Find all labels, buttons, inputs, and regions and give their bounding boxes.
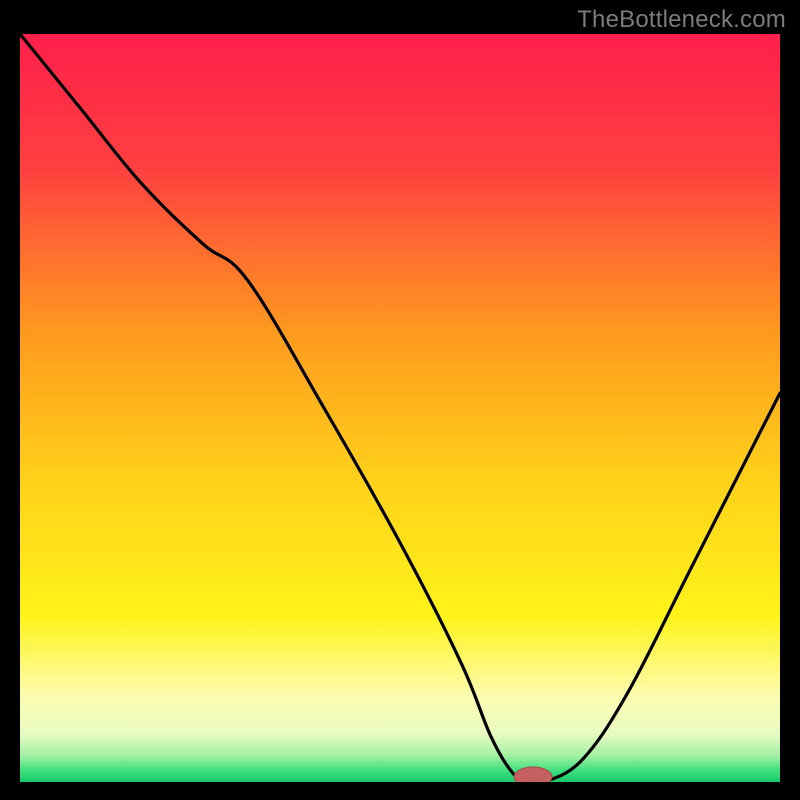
watermark-text: TheBottleneck.com bbox=[577, 6, 786, 34]
minimum-marker bbox=[514, 767, 552, 782]
chart-frame: TheBottleneck.com bbox=[0, 0, 800, 800]
plot-area bbox=[20, 34, 780, 782]
gradient-rect bbox=[20, 34, 780, 782]
chart-svg bbox=[20, 34, 780, 782]
